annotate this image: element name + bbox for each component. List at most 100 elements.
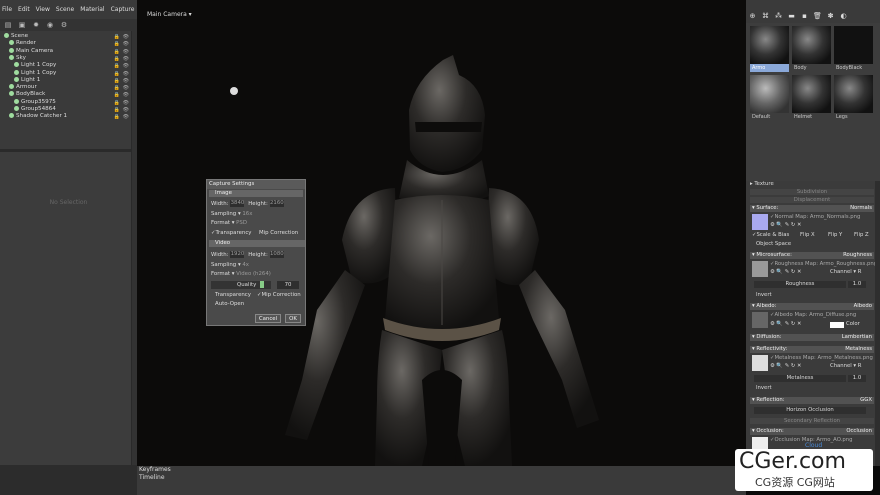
metalness-slider[interactable]: Metalness xyxy=(754,375,846,382)
timeline-tab[interactable]: Timeline xyxy=(139,474,165,481)
secondary-reflection-section[interactable]: Secondary Reflection xyxy=(750,418,874,424)
scale-bias-checkbox[interactable]: ✓Scale & Bias xyxy=(752,232,789,239)
grid-icon[interactable]: ⁂ xyxy=(772,12,785,20)
menu-item-view[interactable]: View xyxy=(36,6,50,13)
normal-map-thumbnail[interactable] xyxy=(752,214,768,230)
scene-tree-item[interactable]: Light 1 Copy 🔒 👁 xyxy=(0,69,137,77)
folder-icon[interactable]: ▬ xyxy=(785,12,798,20)
scene-tree-item[interactable]: Group54864 🔒 👁 xyxy=(0,106,137,113)
camera-icon[interactable]: ◉ xyxy=(44,20,56,30)
menu-item-edit[interactable]: Edit xyxy=(18,6,30,13)
object-space-checkbox[interactable]: Object Space xyxy=(756,241,791,248)
visibility-icon[interactable]: 👁 xyxy=(123,114,129,121)
video-width-field[interactable]: 1920 xyxy=(230,251,245,258)
scene-tree-item[interactable]: Render 🔒 👁 xyxy=(0,40,137,47)
albedo-map-thumbnail[interactable] xyxy=(752,312,768,328)
metalness-channel-select[interactable]: Channel ▾ R xyxy=(830,363,861,370)
settings-icon[interactable]: ⚙ xyxy=(58,20,70,30)
roughness-channel-select[interactable]: Channel ▾ R xyxy=(830,269,861,276)
surface-mode[interactable]: Normals xyxy=(850,205,872,212)
image-format-select[interactable]: Format ▾ xyxy=(211,220,234,226)
delete-icon[interactable]: 🗑 xyxy=(811,12,824,20)
menu-item-scene[interactable]: Scene xyxy=(56,6,74,13)
albedo-color-swatch[interactable] xyxy=(830,322,844,328)
quality-slider-handle[interactable] xyxy=(260,281,265,288)
metalness-invert-checkbox[interactable]: Invert xyxy=(756,385,772,392)
link-icon[interactable]: ⌘ xyxy=(759,12,772,20)
folder-icon[interactable]: ▤ xyxy=(2,20,14,30)
sphere-icon[interactable]: ◐ xyxy=(837,12,850,20)
video-format-select[interactable]: Format ▾ xyxy=(211,271,234,277)
quality-slider[interactable]: Quality xyxy=(211,281,271,289)
quality-value[interactable]: 70 xyxy=(277,281,299,289)
scene-tree-item[interactable]: Armour 🔒 👁 xyxy=(0,84,137,91)
roughness-value[interactable]: 1.0 xyxy=(848,281,866,288)
video-section-header[interactable]: Video xyxy=(209,240,305,247)
video-height-field[interactable]: 1080 xyxy=(269,251,284,258)
horizon-occlusion-slider[interactable]: Horizon Occlusion xyxy=(754,407,866,414)
image-height-field[interactable]: 2160 xyxy=(269,200,284,207)
subdivision-section[interactable]: Subdivision xyxy=(750,189,874,195)
diffusion-header[interactable]: ▾ Diffusion: Lambertian xyxy=(750,334,874,341)
scene-tree-item[interactable]: Main Camera 🔒 👁 xyxy=(0,47,137,55)
menu-item-material[interactable]: Material xyxy=(80,6,104,13)
flip-x-checkbox[interactable]: Flip X xyxy=(800,232,815,239)
roughness-map-thumbnail[interactable] xyxy=(752,261,768,277)
diffusion-mode[interactable]: Lambertian xyxy=(842,334,872,341)
scene-tree-item[interactable]: Sky 🔒 👁 xyxy=(0,54,137,62)
material-thumbnail[interactable]: BodyBlack xyxy=(834,26,873,72)
albedo-map-tools[interactable]: ⚙ 🔍 ✎ ↻ ✕ xyxy=(770,321,801,328)
material-thumbnail[interactable]: Legs xyxy=(834,75,873,121)
video-transparency-checkbox[interactable]: Transparency xyxy=(215,292,251,298)
scene-tree-item[interactable]: Scene 🔒 👁 xyxy=(0,33,137,40)
scene-tree-item[interactable]: Group35975 🔒 👁 xyxy=(0,98,137,106)
paint-icon[interactable]: ✽ xyxy=(824,12,837,20)
video-mip-correction-checkbox[interactable]: ✓Mip Correction xyxy=(257,292,301,298)
image-sampling-select[interactable]: Sampling ▾ xyxy=(211,211,241,217)
scene-tree-item[interactable]: BodyBlack 🔒 👁 xyxy=(0,91,137,98)
lock-icon[interactable]: 🔒 xyxy=(114,114,120,121)
roughness-map-label[interactable]: ✓Roughness Map: Armo_Roughness.png xyxy=(770,261,877,268)
menu-item-file[interactable]: File xyxy=(2,6,12,13)
menu-item-capture[interactable]: Capture xyxy=(111,6,135,13)
add-icon[interactable]: ⊕ xyxy=(746,12,759,20)
reflection-mode[interactable]: GGX xyxy=(860,397,872,404)
occlusion-header[interactable]: ▾ Occlusion: Occlusion xyxy=(750,428,874,435)
normal-map-tools[interactable]: ⚙ 🔍 ✎ ↻ ✕ xyxy=(770,222,801,229)
image-mip-correction-checkbox[interactable]: Mip Correction xyxy=(259,230,298,236)
metalness-map-tools[interactable]: ⚙ 🔍 ✎ ↻ ✕ xyxy=(770,363,801,370)
reflectivity-mode[interactable]: Metalness xyxy=(845,346,872,353)
texture-section[interactable]: ▸ Texture xyxy=(750,181,774,188)
light-icon[interactable]: ✹ xyxy=(30,20,42,30)
reflectivity-header[interactable]: ▾ Reflectivity: Metalness xyxy=(750,346,874,353)
albedo-mode[interactable]: Albedo xyxy=(854,303,872,310)
albedo-map-label[interactable]: ✓Albedo Map: Armo_Diffuse.png xyxy=(770,312,856,319)
right-scrollbar[interactable] xyxy=(875,181,880,466)
viewport[interactable]: Main Camera ▾ Capture Settings Image Wid… xyxy=(137,0,746,466)
panel-divider[interactable] xyxy=(0,149,137,152)
microsurface-header[interactable]: ▾ Microsurface: Roughness xyxy=(750,252,874,259)
material-thumbnail[interactable]: Armo xyxy=(750,26,789,72)
material-thumbnail[interactable]: Default xyxy=(750,75,789,121)
video-sampling-select[interactable]: Sampling ▾ xyxy=(211,262,241,268)
keyframes-tab[interactable]: Keyframes xyxy=(139,466,171,473)
roughness-map-tools[interactable]: ⚙ 🔍 ✎ ↻ ✕ xyxy=(770,269,801,276)
roughness-slider[interactable]: Roughness xyxy=(754,281,846,288)
material-thumbnail[interactable]: Helmet xyxy=(792,75,831,121)
occlusion-mode[interactable]: Occlusion xyxy=(846,428,872,435)
image-width-field[interactable]: 3840 xyxy=(230,200,245,207)
material-thumbnail[interactable]: Body xyxy=(792,26,831,72)
image-section-header[interactable]: Image xyxy=(209,190,303,197)
auto-open-checkbox[interactable]: Auto-Open xyxy=(215,301,244,307)
surface-header[interactable]: ▾ Surface: Normals xyxy=(750,205,874,212)
cancel-button[interactable]: Cancel xyxy=(255,314,281,323)
scene-tree-item[interactable]: Light 1 🔒 👁 xyxy=(0,76,137,84)
metalness-map-label[interactable]: ✓Metalness Map: Armo_Metalness.png xyxy=(770,355,873,362)
roughness-invert-checkbox[interactable]: Invert xyxy=(756,292,772,299)
reflection-header[interactable]: ▾ Reflection: GGX xyxy=(750,397,874,404)
ok-button[interactable]: OK xyxy=(285,314,301,323)
save-icon[interactable]: ▪ xyxy=(798,12,811,20)
flip-z-checkbox[interactable]: Flip Z xyxy=(854,232,869,239)
scene-tree-item[interactable]: Shadow Catcher 1 🔒 👁 xyxy=(0,113,137,120)
metalness-map-thumbnail[interactable] xyxy=(752,355,768,371)
